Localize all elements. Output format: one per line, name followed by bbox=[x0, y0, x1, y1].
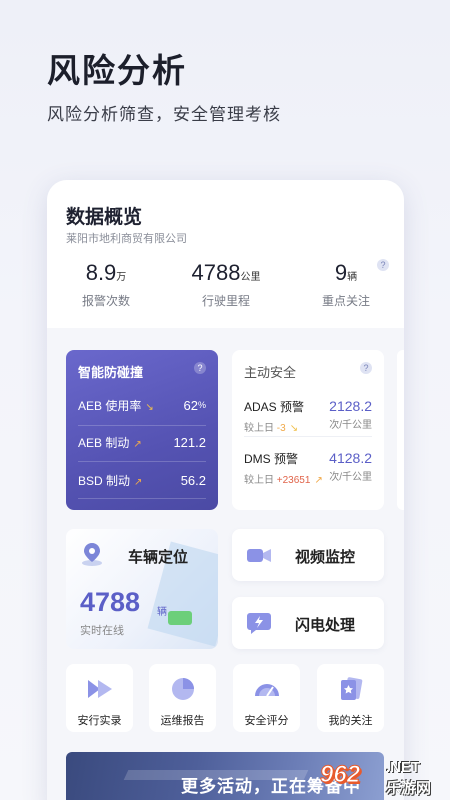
quick-action-ops-report[interactable]: 运维报告 bbox=[149, 664, 216, 732]
video-monitoring-button[interactable]: 视频监控 bbox=[232, 529, 384, 581]
aeb-usage-row: AEB 使用率 ↘ 62% bbox=[78, 395, 206, 415]
dms-warning-item: DMS 预警 较上日 +23651 ↗ 4128.2 次/千公里 bbox=[244, 450, 372, 486]
overview-title: 数据概览 bbox=[66, 207, 143, 228]
item-value: 4128.2 bbox=[329, 450, 372, 466]
online-marker bbox=[168, 611, 192, 625]
hero-title: 风险分析 bbox=[47, 52, 187, 89]
online-unit: 辆 bbox=[157, 607, 167, 618]
divider bbox=[78, 461, 206, 462]
row-unit: % bbox=[197, 400, 206, 410]
quick-action-label: 安行实录 bbox=[77, 715, 122, 727]
stat-unit: 万 bbox=[116, 272, 127, 283]
compare-label: 较上日 bbox=[244, 423, 274, 434]
fast-forward-icon bbox=[88, 680, 112, 698]
quick-action-label: 运维报告 bbox=[160, 715, 205, 727]
item-unit: 次/千公里 bbox=[329, 420, 372, 431]
quick-action-label: 安全评分 bbox=[244, 715, 289, 727]
vehicle-location-title: 车辆定位 bbox=[128, 549, 189, 566]
quick-action-my-favorites[interactable]: 我的关注 bbox=[317, 664, 384, 732]
gauge-icon bbox=[255, 684, 279, 697]
trend-up-icon: ↗ bbox=[133, 438, 142, 450]
phone-screen: 数据概览 莱阳市地利商贸有限公司 ? 8.9万 报警次数 4788公里 行驶里程… bbox=[47, 180, 404, 800]
video-camera-icon bbox=[247, 549, 271, 562]
next-card-peek[interactable] bbox=[397, 350, 404, 510]
quick-action-safety-score[interactable]: 安全评分 bbox=[233, 664, 300, 732]
stat-alarm-count[interactable]: 8.9万 报警次数 bbox=[56, 260, 156, 309]
bsd-brake-row: BSD 制动 ↗ 56.2 bbox=[78, 470, 206, 490]
tile-label: 闪电处理 bbox=[295, 617, 356, 634]
row-label: AEB 制动 bbox=[78, 435, 130, 450]
lightning-chat-icon bbox=[247, 613, 271, 634]
stat-mileage[interactable]: 4788公里 行驶里程 bbox=[176, 260, 276, 309]
watermark-number: 962 bbox=[319, 761, 361, 789]
aeb-brake-row: AEB 制动 ↗ 121.2 bbox=[78, 432, 206, 452]
data-overview-panel: 数据概览 莱阳市地利商贸有限公司 ? 8.9万 报警次数 4788公里 行驶里程… bbox=[47, 180, 404, 328]
online-count: 4788 bbox=[80, 587, 141, 617]
stat-value: 9 bbox=[334, 260, 348, 285]
stat-unit: 公里 bbox=[240, 272, 261, 283]
row-value: 121.2 bbox=[173, 434, 206, 450]
quick-action-safe-driving-record[interactable]: 安行实录 bbox=[66, 664, 133, 732]
hero-subtitle: 风险分析筛查，安全管理考核 bbox=[47, 105, 281, 124]
lightning-handling-button[interactable]: 闪电处理 bbox=[232, 597, 384, 649]
divider bbox=[78, 498, 206, 499]
active-safety-title: 主动安全 bbox=[244, 365, 297, 380]
adas-warning-item: ADAS 预警 较上日 -3 ↘ 2128.2 次/千公里 bbox=[244, 398, 372, 434]
trend-up-icon: ↗ bbox=[134, 476, 143, 488]
pie-chart-icon bbox=[172, 678, 194, 700]
location-pin-icon bbox=[82, 543, 102, 566]
compare-value: -3 bbox=[276, 423, 286, 434]
trend-down-icon: ↘ bbox=[289, 423, 299, 434]
favorite-card-icon bbox=[341, 677, 363, 700]
divider bbox=[78, 425, 206, 426]
quick-action-label: 我的关注 bbox=[328, 715, 373, 727]
watermark-domain: .NET bbox=[386, 759, 421, 776]
stat-value: 4788 bbox=[191, 260, 241, 285]
stat-label: 行驶里程 bbox=[201, 294, 250, 308]
site-watermark: 962 .NET 乐游网 bbox=[316, 755, 450, 800]
compare-label: 较上日 bbox=[244, 475, 274, 486]
help-icon[interactable]: ? bbox=[360, 362, 372, 374]
anti-collision-title: 智能防碰撞 bbox=[78, 365, 144, 380]
watermark-site-name: 乐游网 bbox=[386, 780, 432, 797]
row-label: AEB 使用率 bbox=[78, 398, 142, 413]
item-unit: 次/千公里 bbox=[329, 472, 372, 483]
help-icon[interactable]: ? bbox=[194, 362, 206, 374]
row-value: 62 bbox=[183, 397, 198, 413]
trend-down-icon: ↘ bbox=[145, 401, 154, 413]
item-value: 2128.2 bbox=[329, 398, 372, 414]
divider bbox=[244, 436, 372, 437]
row-label: BSD 制动 bbox=[78, 473, 131, 488]
stat-value: 8.9 bbox=[85, 260, 117, 285]
vehicle-location-card[interactable]: 车辆定位 4788 辆 实时在线 bbox=[66, 529, 218, 649]
company-name: 莱阳市地利商贸有限公司 bbox=[66, 233, 187, 245]
trend-up-icon: ↗ bbox=[314, 475, 323, 486]
compare-value: +23651 bbox=[276, 475, 311, 486]
online-label: 实时在线 bbox=[80, 625, 124, 637]
tile-label: 视频监控 bbox=[295, 549, 356, 566]
stat-key-attention[interactable]: 9辆 重点关注 bbox=[296, 260, 396, 309]
stat-label: 重点关注 bbox=[321, 294, 370, 308]
active-safety-card[interactable]: 主动安全 ? ADAS 预警 较上日 -3 ↘ 2128.2 次/千公里 DMS … bbox=[232, 350, 384, 510]
stat-unit: 辆 bbox=[347, 272, 358, 283]
stat-label: 报警次数 bbox=[81, 294, 130, 308]
anti-collision-card[interactable]: 智能防碰撞 ? AEB 使用率 ↘ 62% AEB 制动 ↗ 121.2 BSD 制… bbox=[66, 350, 218, 510]
row-value: 56.2 bbox=[180, 472, 206, 488]
